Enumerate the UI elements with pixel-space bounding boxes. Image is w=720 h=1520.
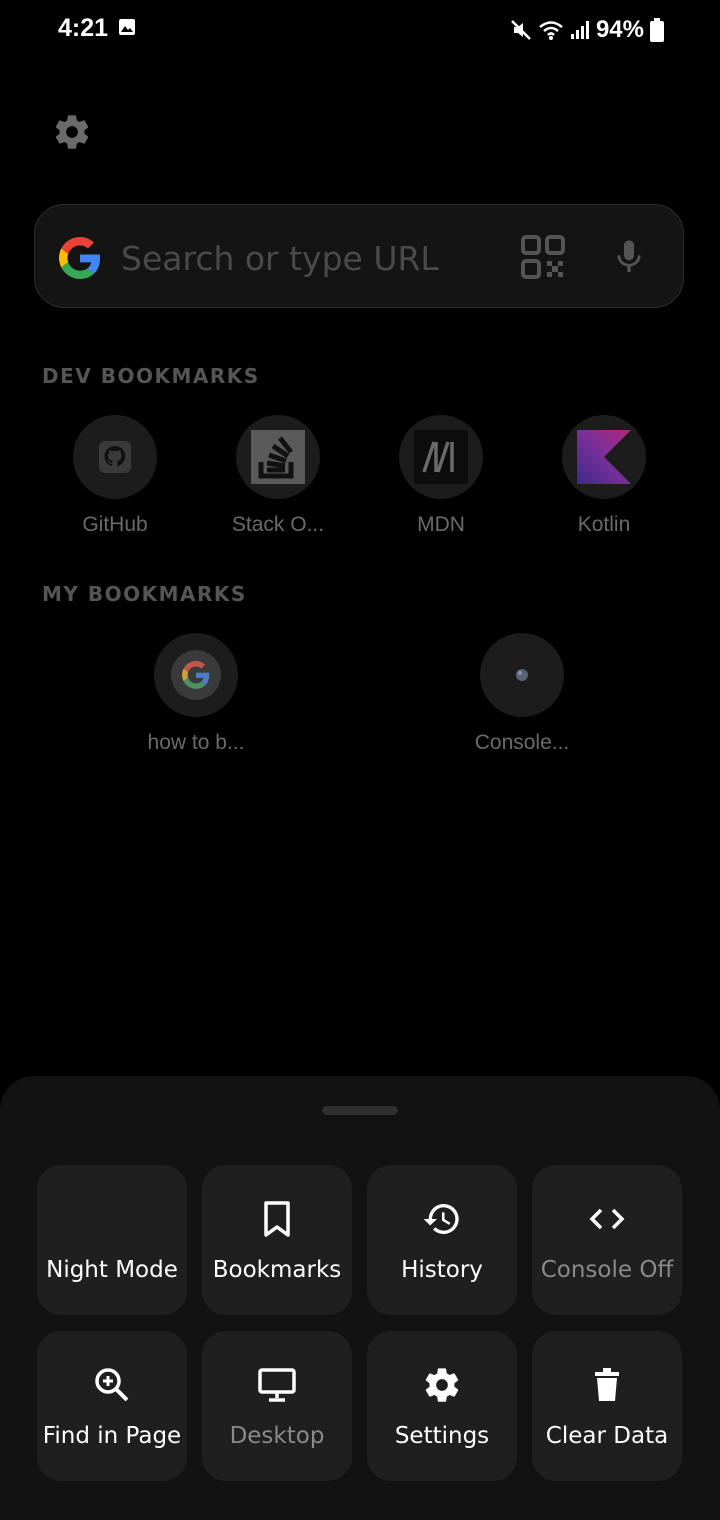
bookmark-label: Kotlin <box>577 513 631 536</box>
bookmark-label: how to b... <box>147 731 245 754</box>
zoom-in-icon <box>95 1368 129 1402</box>
kotlin-icon <box>562 415 646 499</box>
bookmark-github[interactable]: GitHub <box>35 415 195 537</box>
find-in-page-button[interactable]: Find in Page <box>37 1331 187 1481</box>
history-button[interactable]: History <box>367 1165 517 1315</box>
tile-label: Night Mode <box>46 1257 178 1283</box>
bookmark-kotlin[interactable]: Kotlin <box>524 415 684 537</box>
dev-bookmarks-heading: DEV BOOKMARKS <box>42 364 260 388</box>
search-input[interactable]: Search or type URL <box>121 239 439 278</box>
bookmark-icon <box>264 1201 290 1237</box>
bookmark-google-search[interactable]: how to b... <box>116 633 276 755</box>
tile-label: Find in Page <box>42 1423 182 1449</box>
gear-icon <box>425 1368 459 1402</box>
bookmark-label: MDN <box>417 513 465 536</box>
google-logo-icon <box>59 237 101 279</box>
search-bar[interactable]: Search or type URL <box>34 204 684 308</box>
monitor-icon <box>258 1368 296 1402</box>
status-bar: 4:21 94% <box>0 0 720 60</box>
tile-label: Clear Data <box>545 1423 669 1449</box>
github-icon <box>73 415 157 499</box>
bookmark-label: GitHub <box>82 513 148 536</box>
clear-data-button[interactable]: Clear Data <box>532 1331 682 1481</box>
code-icon <box>589 1208 625 1230</box>
bookmark-label: Console... <box>474 731 570 754</box>
bookmark-console[interactable]: Console... <box>442 633 602 755</box>
bookmark-mdn[interactable]: MDN <box>361 415 521 537</box>
status-icons: 94% <box>510 14 664 46</box>
console-toggle-button[interactable]: Console Off <box>532 1165 682 1315</box>
stackoverflow-icon <box>236 415 320 499</box>
signal-icon <box>570 21 589 39</box>
browser-settings-gear-icon[interactable] <box>52 112 92 152</box>
battery-percent: 94% <box>595 16 644 43</box>
gallery-notification-icon <box>119 19 135 35</box>
google-icon <box>154 633 238 717</box>
my-bookmarks-heading: MY BOOKMARKS <box>42 582 247 606</box>
wifi-icon <box>539 21 563 40</box>
battery-icon <box>650 18 664 42</box>
tile-label: Settings <box>394 1423 490 1449</box>
tile-label: History <box>401 1257 483 1283</box>
bookmarks-button[interactable]: Bookmarks <box>202 1165 352 1315</box>
tile-label: Console Off <box>540 1257 674 1283</box>
drag-handle[interactable] <box>322 1106 398 1115</box>
microphone-icon[interactable] <box>609 237 649 277</box>
mdn-icon <box>399 415 483 499</box>
desktop-mode-button[interactable]: Desktop <box>202 1331 352 1481</box>
settings-button[interactable]: Settings <box>367 1331 517 1481</box>
qr-code-scan-icon[interactable] <box>521 235 565 279</box>
trash-icon <box>595 1368 619 1401</box>
history-icon <box>423 1204 459 1234</box>
status-time: 4:21 <box>58 14 109 42</box>
night-mode-button[interactable]: Night Mode <box>37 1165 187 1315</box>
mute-icon <box>511 20 531 40</box>
tile-label: Desktop <box>229 1423 325 1449</box>
menu-bottom-sheet: Night Mode Bookmarks History Console Off <box>0 1076 720 1520</box>
bookmark-label: Stack O... <box>231 513 325 536</box>
moon-icon <box>92 1203 108 1235</box>
tile-label: Bookmarks <box>212 1257 342 1283</box>
browser-home-screen: 4:21 94% Search or type URL DEV BOOKMARK… <box>0 0 720 1520</box>
bookmark-stackoverflow[interactable]: Stack O... <box>198 415 358 537</box>
globe-icon <box>480 633 564 717</box>
